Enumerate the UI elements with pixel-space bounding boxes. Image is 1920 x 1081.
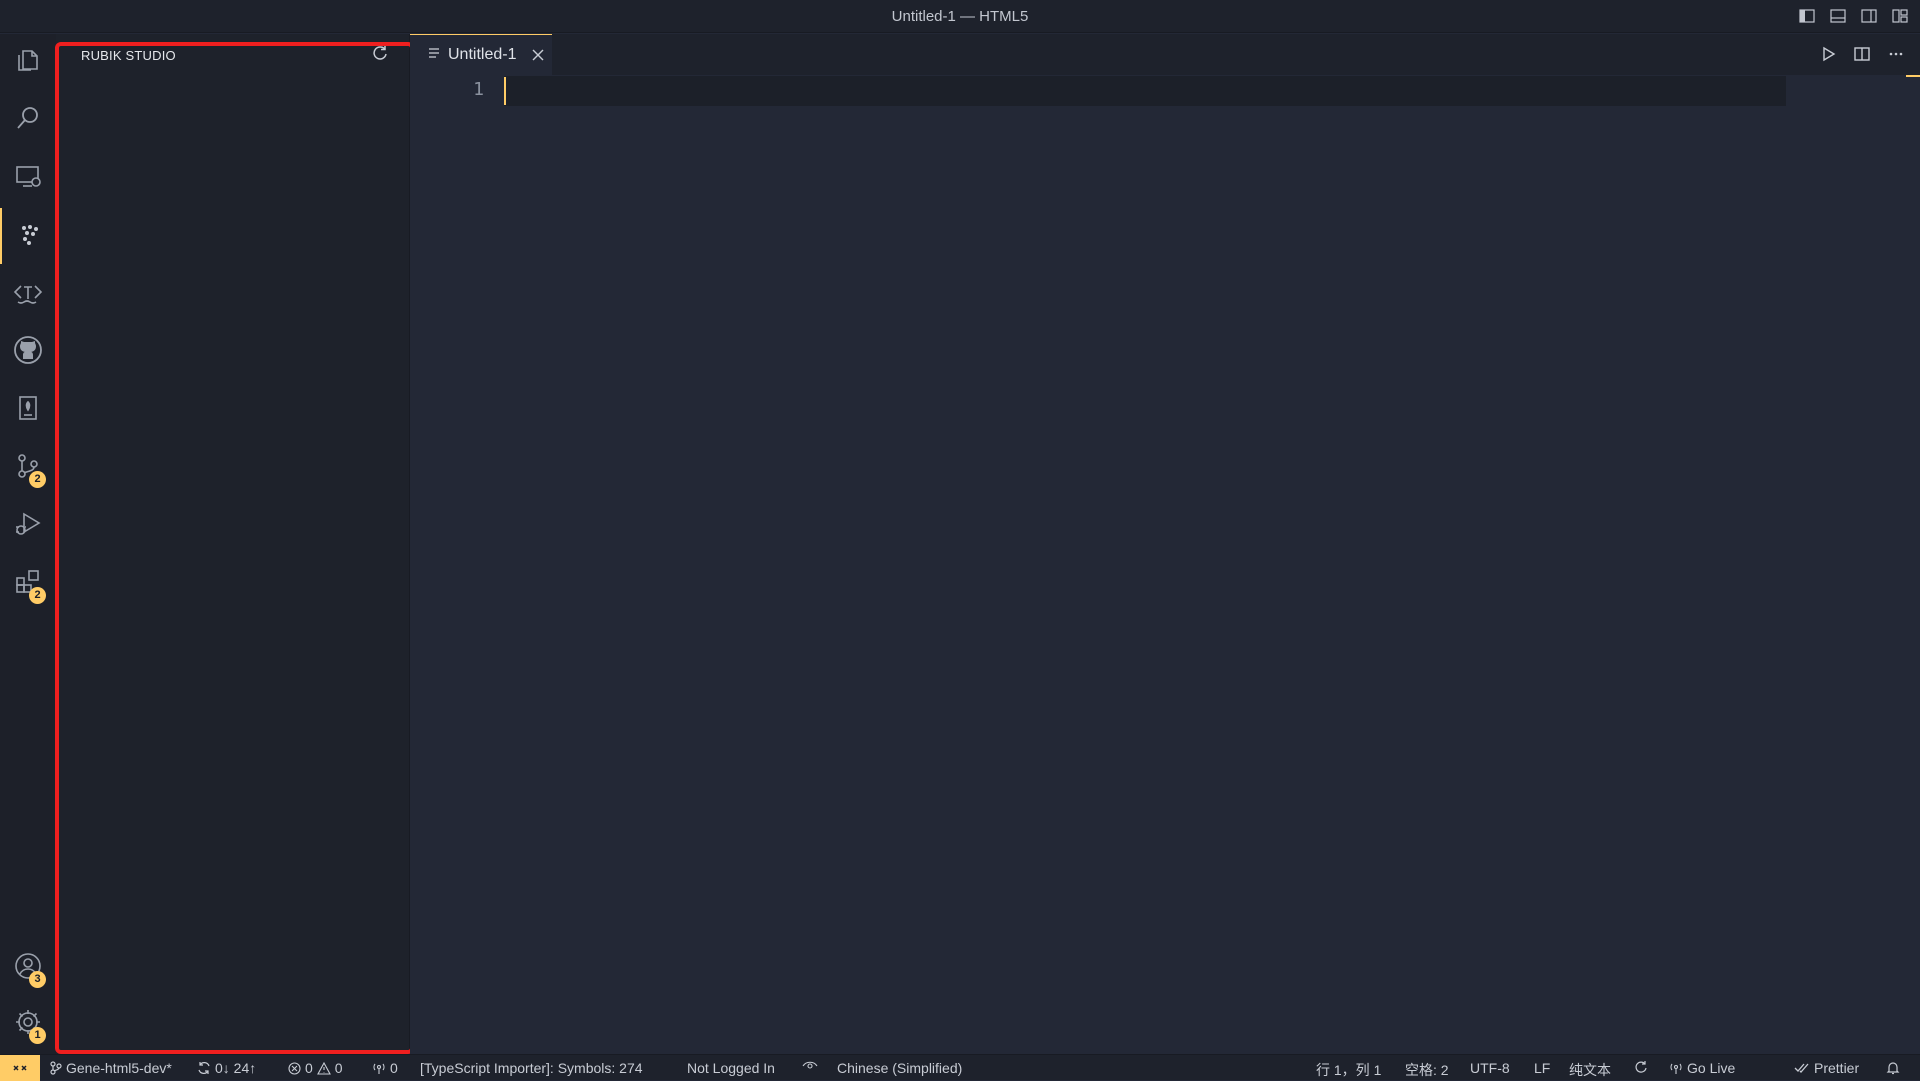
more-actions-button[interactable] (1886, 44, 1906, 64)
bookmark-icon (14, 394, 42, 427)
double-check-icon (1794, 1063, 1809, 1073)
ports-count: 0 (390, 1060, 398, 1076)
warning-icon (316, 1061, 331, 1075)
activity-bar: 2 2 3 1 (0, 34, 56, 1054)
cursor-position[interactable]: 行 1，列 1 (1316, 1060, 1381, 1080)
status-bar: Gene-html5-dev* 0↓ 24↑ 0 0 0 [TypeScript… (0, 1054, 1920, 1081)
remote-indicator[interactable] (0, 1055, 40, 1081)
explorer-icon (14, 46, 42, 79)
eye-icon (802, 1061, 818, 1069)
rubik-studio-icon (15, 220, 43, 253)
problems-status[interactable]: 0 0 (288, 1060, 343, 1076)
extensions-badge: 2 (29, 587, 46, 604)
ts-importer-status[interactable]: [TypeScript Importer]: Symbols: 274 (420, 1060, 643, 1076)
github-icon (13, 335, 43, 370)
window-title: Untitled-1 — HTML5 (891, 8, 1029, 25)
go-live-button[interactable]: Go Live (1669, 1060, 1735, 1076)
close-tab-button[interactable] (530, 47, 546, 63)
split-editor-button[interactable] (1852, 44, 1872, 64)
prettier-label: Prettier (1814, 1060, 1860, 1076)
login-status[interactable]: Not Logged In (687, 1060, 775, 1076)
run-debug-icon (14, 510, 42, 543)
editor-actions (1818, 44, 1906, 64)
ts-importer-text: [TypeScript Importer]: Symbols: 274 (420, 1060, 643, 1076)
branch-icon (50, 1061, 62, 1075)
run-button[interactable] (1818, 44, 1838, 64)
activity-search[interactable] (0, 92, 56, 148)
activity-bookmark[interactable] (0, 382, 56, 438)
language-pack-status[interactable]: Chinese (Simplified) (837, 1060, 962, 1076)
close-icon (532, 49, 544, 61)
customize-layout-icon[interactable] (1890, 6, 1910, 26)
remote-explorer-icon (14, 162, 42, 195)
refresh-button[interactable] (369, 44, 391, 66)
language-pack-text: Chinese (Simplified) (837, 1060, 963, 1076)
tab-untitled-1[interactable]: Untitled-1 (410, 34, 552, 75)
accounts-badge: 3 (29, 971, 46, 988)
sync-settings-status[interactable] (1634, 1060, 1648, 1074)
line-number: 1 (473, 79, 484, 100)
search-icon (14, 104, 42, 137)
plain-text-file-icon (428, 46, 440, 64)
error-icon (288, 1061, 301, 1075)
eol-status[interactable]: LF (1534, 1060, 1550, 1076)
tab-label: Untitled-1 (448, 46, 517, 63)
refresh-icon (371, 44, 389, 67)
indentation-status[interactable]: 空格: 2 (1405, 1060, 1449, 1080)
language-mode-status[interactable]: 纯文本 (1569, 1060, 1611, 1080)
refresh-icon (1635, 1061, 1647, 1073)
prettier-status[interactable]: Prettier (1794, 1060, 1859, 1076)
activity-source-control[interactable]: 2 (0, 440, 56, 496)
editor-area[interactable]: 1 (410, 75, 1920, 1054)
activity-github[interactable] (0, 324, 56, 380)
toggle-primary-sidebar-icon[interactable] (1797, 6, 1817, 26)
go-live-label: Go Live (1687, 1060, 1736, 1076)
broadcast-icon (373, 1063, 385, 1074)
remote-icon (13, 1065, 27, 1071)
layout-controls (1797, 6, 1910, 26)
rubik-studio-panel: RUBIK STUDIO (56, 34, 410, 1054)
activity-explorer[interactable] (0, 34, 56, 90)
bell-icon (1886, 1062, 1900, 1075)
eol-text: LF (1534, 1060, 1551, 1076)
toggle-secondary-sidebar-icon[interactable] (1859, 6, 1879, 26)
source-control-badge: 2 (29, 471, 46, 488)
current-line-highlight (504, 76, 1786, 106)
toggle-panel-icon[interactable] (1828, 6, 1848, 26)
split-icon (1854, 47, 1870, 61)
sync-icon (198, 1062, 210, 1074)
encoding-status[interactable]: UTF-8 (1470, 1060, 1510, 1076)
ellipsis-icon (1889, 52, 1903, 56)
activity-run-debug[interactable] (0, 498, 56, 554)
activity-rubik-studio[interactable] (0, 208, 56, 264)
sync-status[interactable]: 0↓ 24↑ (197, 1060, 256, 1076)
play-icon (1823, 46, 1836, 62)
broadcast-icon (1670, 1063, 1682, 1074)
activity-tag[interactable] (0, 266, 56, 322)
warning-count: 0 (334, 1060, 343, 1076)
minimap-indicator (1906, 75, 1920, 77)
activity-remote-explorer[interactable] (0, 150, 56, 206)
activity-accounts[interactable]: 3 (0, 940, 56, 996)
login-text: Not Logged In (687, 1060, 775, 1076)
cursor-position-text: 行 1，列 1 (1316, 1062, 1382, 1078)
language-mode-text: 纯文本 (1569, 1062, 1611, 1078)
text-cursor (504, 77, 506, 105)
sync-counts: 0↓ 24↑ (215, 1060, 257, 1076)
encoding-text: UTF-8 (1470, 1060, 1510, 1076)
activity-settings[interactable]: 1 (0, 996, 56, 1052)
branch-name: Gene-html5-dev* (66, 1060, 172, 1076)
notifications-button[interactable] (1886, 1060, 1900, 1075)
branch-status[interactable]: Gene-html5-dev* (50, 1060, 172, 1076)
title-bar: Untitled-1 — HTML5 (0, 0, 1920, 33)
panel-title: RUBIK STUDIO (81, 48, 176, 63)
ports-status[interactable]: 0 (372, 1060, 398, 1076)
settings-badge: 1 (29, 1027, 46, 1044)
editor-tab-bar: Untitled-1 (410, 34, 1920, 75)
tag-icon (13, 278, 43, 311)
error-count: 0 (305, 1060, 313, 1076)
activity-extensions[interactable]: 2 (0, 556, 56, 612)
eye-status[interactable] (802, 1060, 818, 1072)
indentation-text: 空格: 2 (1405, 1062, 1449, 1078)
